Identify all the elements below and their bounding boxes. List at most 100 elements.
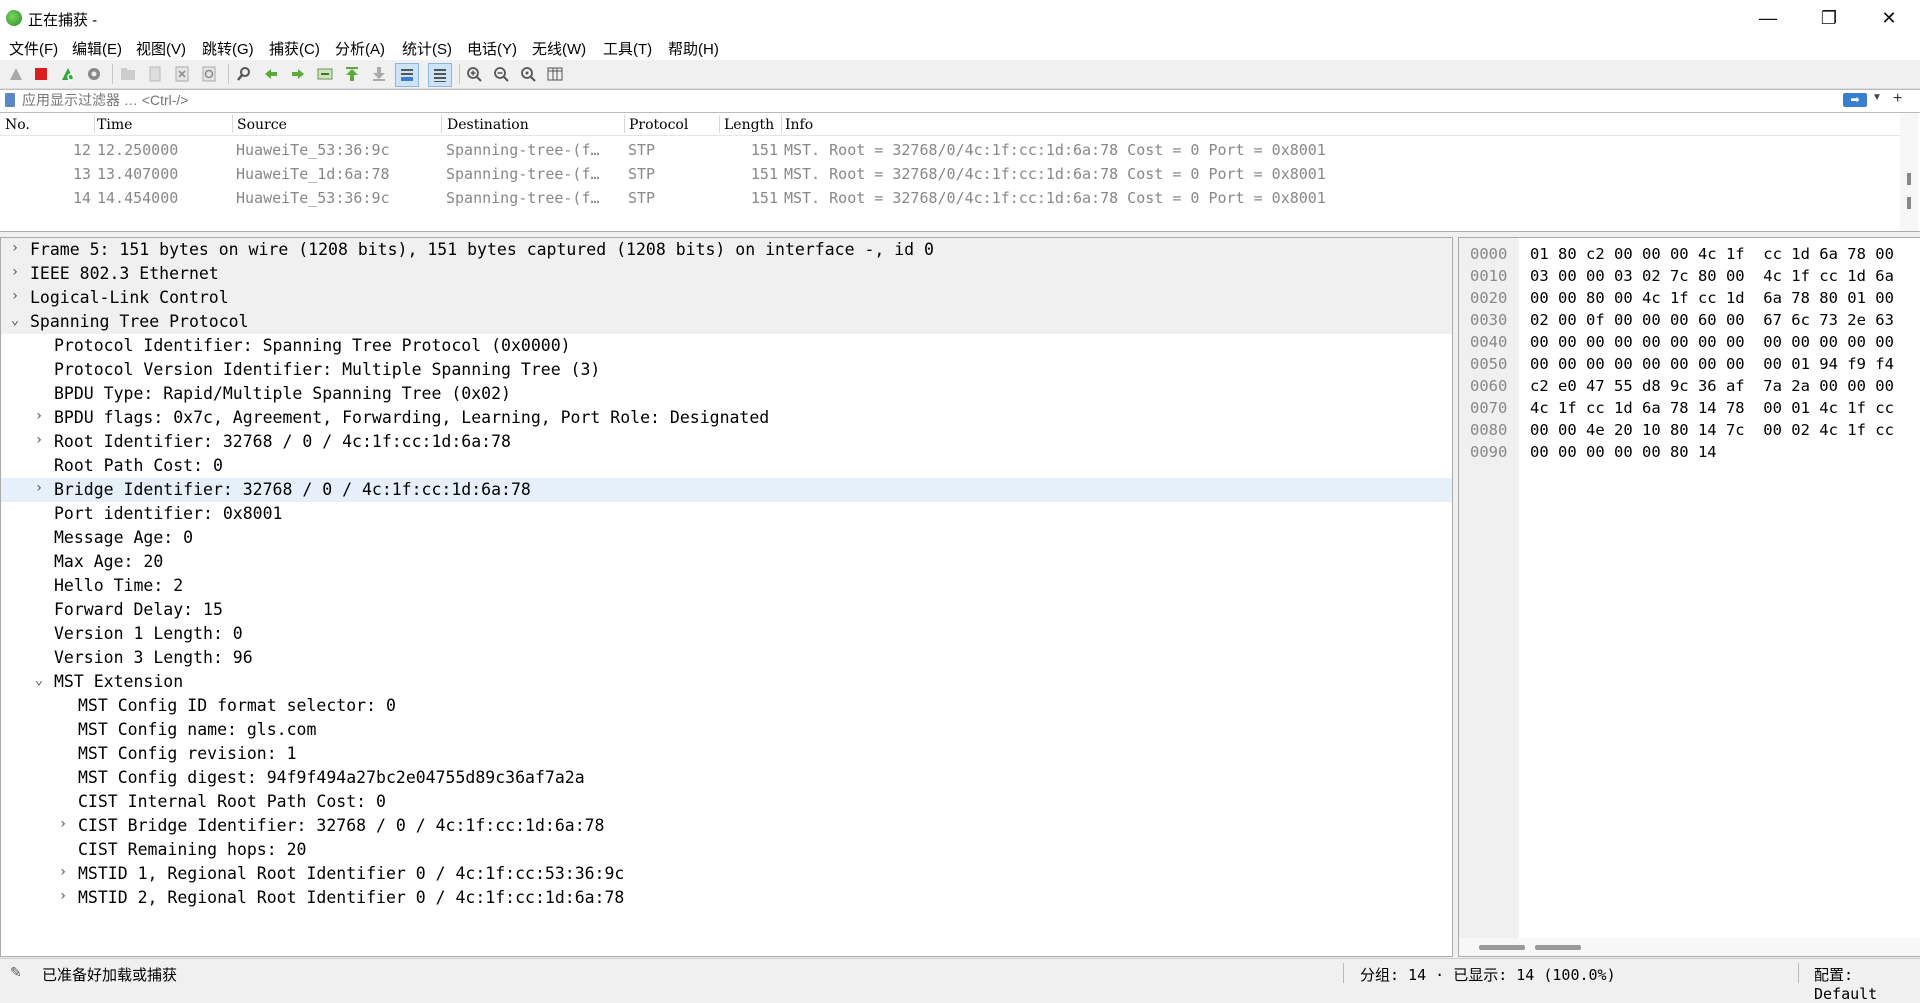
menu-telephony[interactable]: 电话(Y): [466, 38, 518, 59]
tree-row[interactable]: › BPDU flags: 0x7c, Agreement, Forwarding…: [1, 406, 1452, 430]
expanded-chevron-icon[interactable]: ⌄: [32, 672, 46, 688]
menu-analyze[interactable]: 分析(A): [334, 38, 386, 59]
packet-list: No. Time Source Destination Protocol Len…: [0, 113, 1920, 232]
stop-capture-icon[interactable]: [31, 64, 51, 84]
menu-file[interactable]: 文件(F): [8, 38, 59, 59]
display-filter-input[interactable]: [22, 90, 1842, 110]
profile-label[interactable]: 配置: Default: [1814, 964, 1920, 1003]
zoom-in-icon[interactable]: [464, 64, 484, 84]
tree-row[interactable]: MST Config name: gls.com: [1, 718, 1452, 742]
restore-button[interactable]: ❐: [1806, 0, 1852, 36]
normal-size-icon[interactable]: [518, 64, 538, 84]
autoscroll-icon[interactable]: [395, 63, 419, 87]
menu-statistics[interactable]: 统计(S): [401, 38, 453, 59]
column-header-protocol[interactable]: Protocol: [629, 117, 688, 133]
column-header-length[interactable]: Length: [724, 117, 774, 133]
zoom-out-icon[interactable]: [491, 64, 511, 84]
expanded-chevron-icon[interactable]: ⌄: [8, 312, 22, 328]
tree-row-label: BPDU Type: Rapid/Multiple Spanning Tree …: [54, 384, 511, 403]
capture-options-icon[interactable]: [84, 64, 104, 84]
close-button[interactable]: ✕: [1866, 0, 1912, 36]
collapsed-chevron-icon[interactable]: ›: [32, 432, 46, 448]
packet-details-tree: › Frame 5: 151 bytes on wire (1208 bits),…: [0, 237, 1453, 957]
column-header-no[interactable]: No.: [5, 117, 30, 133]
go-to-packet-icon[interactable]: [315, 64, 335, 84]
tree-row-label: MST Extension: [54, 672, 184, 691]
open-file-icon[interactable]: [118, 64, 138, 84]
tree-row[interactable]: › CIST Bridge Identifier: 32768 / 0 / 4c:…: [1, 814, 1452, 838]
colorize-icon[interactable]: [428, 63, 452, 87]
add-filter-button-icon[interactable]: +: [1893, 90, 1902, 108]
tree-row[interactable]: CIST Internal Root Path Cost: 0: [1, 790, 1452, 814]
tree-row[interactable]: BPDU Type: Rapid/Multiple Spanning Tree …: [1, 382, 1452, 406]
packet-row[interactable]: 14 14.454000 HuaweiTe_53:36:9c Spanning-…: [0, 186, 1900, 210]
collapsed-chevron-icon[interactable]: ›: [56, 888, 70, 904]
first-packet-icon[interactable]: [342, 64, 362, 84]
column-header-destination[interactable]: Destination: [447, 117, 529, 133]
tree-row[interactable]: MST Config digest: 94f9f494a27bc2e04755d…: [1, 766, 1452, 790]
tree-row[interactable]: › Frame 5: 151 bytes on wire (1208 bits),…: [1, 238, 1452, 262]
tree-row[interactable]: ⌄ MST Extension: [1, 670, 1452, 694]
wireshark-fin-icon: [6, 10, 22, 26]
tree-row[interactable]: Version 3 Length: 96: [1, 646, 1452, 670]
packet-row[interactable]: 13 13.407000 HuaweiTe_1d:6a:78 Spanning-…: [0, 162, 1900, 186]
collapsed-chevron-icon[interactable]: ›: [8, 288, 22, 304]
save-file-icon[interactable]: [145, 64, 165, 84]
resize-columns-icon[interactable]: [545, 64, 565, 84]
start-capture-icon[interactable]: [6, 64, 26, 84]
tree-row[interactable]: Forward Delay: 15: [1, 598, 1452, 622]
collapsed-chevron-icon[interactable]: ›: [32, 480, 46, 496]
column-header-info[interactable]: Info: [785, 117, 813, 133]
last-packet-icon[interactable]: [369, 64, 389, 84]
column-header-time[interactable]: Time: [97, 117, 132, 133]
tree-row[interactable]: Message Age: 0: [1, 526, 1452, 550]
collapsed-chevron-icon[interactable]: ›: [8, 240, 22, 256]
collapsed-chevron-icon[interactable]: ›: [32, 408, 46, 424]
menu-go[interactable]: 跳转(G): [201, 38, 255, 59]
tree-row[interactable]: › Root Identifier: 32768 / 0 / 4c:1f:cc:1…: [1, 430, 1452, 454]
reload-file-icon[interactable]: [199, 64, 219, 84]
collapsed-chevron-icon[interactable]: ›: [56, 864, 70, 880]
filter-history-dropdown-icon[interactable]: ▼: [1872, 92, 1882, 103]
packet-time: 13.407000: [97, 165, 179, 183]
apply-filter-arrow-icon[interactable]: ➡: [1843, 93, 1867, 107]
tree-row[interactable]: › Logical-Link Control: [1, 286, 1452, 310]
menu-wireless[interactable]: 无线(W): [531, 38, 587, 59]
tree-row[interactable]: › Bridge Identifier: 32768 / 0 / 4c:1f:cc…: [1, 478, 1452, 502]
tree-row[interactable]: Root Path Cost: 0: [1, 454, 1452, 478]
close-file-icon[interactable]: [172, 64, 192, 84]
hex-horizontal-scrollbar[interactable]: [1459, 938, 1920, 956]
tree-row[interactable]: › MSTID 2, Regional Root Identifier 0 / 4…: [1, 886, 1452, 910]
column-header-source[interactable]: Source: [237, 117, 287, 133]
tree-row[interactable]: Max Age: 20: [1, 550, 1452, 574]
tree-row[interactable]: Version 1 Length: 0: [1, 622, 1452, 646]
tree-row[interactable]: MST Config ID format selector: 0: [1, 694, 1452, 718]
collapsed-chevron-icon[interactable]: ›: [56, 816, 70, 832]
packet-row[interactable]: 12 12.250000 HuaweiTe_53:36:9c Spanning-…: [0, 138, 1900, 162]
tree-row[interactable]: MST Config revision: 1: [1, 742, 1452, 766]
minimize-button[interactable]: —: [1745, 0, 1791, 36]
menu-edit[interactable]: 编辑(E): [71, 38, 123, 59]
tree-row[interactable]: › MSTID 1, Regional Root Identifier 0 / 4…: [1, 862, 1452, 886]
tree-row[interactable]: Protocol Version Identifier: Multiple Sp…: [1, 358, 1452, 382]
go-back-icon[interactable]: [261, 64, 281, 84]
tree-row-label: CIST Bridge Identifier: 32768 / 0 / 4c:1…: [78, 816, 605, 835]
packet-list-scrollbar[interactable]: [1900, 113, 1918, 231]
tree-row[interactable]: CIST Remaining hops: 20: [1, 838, 1452, 862]
tree-row[interactable]: Protocol Identifier: Spanning Tree Proto…: [1, 334, 1452, 358]
tree-row[interactable]: Port identifier: 0x8001: [1, 502, 1452, 526]
main-toolbar: [0, 60, 1920, 89]
find-packet-icon[interactable]: [234, 64, 254, 84]
menu-help[interactable]: 帮助(H): [667, 38, 720, 59]
restart-capture-icon[interactable]: [58, 64, 78, 84]
tree-row[interactable]: Hello Time: 2: [1, 574, 1452, 598]
menu-capture[interactable]: 捕获(C): [268, 38, 321, 59]
menu-view[interactable]: 视图(V): [135, 38, 187, 59]
go-forward-icon[interactable]: [288, 64, 308, 84]
bookmark-icon[interactable]: [5, 93, 15, 107]
tree-row[interactable]: ⌄ Spanning Tree Protocol: [1, 310, 1452, 334]
tree-row[interactable]: › IEEE 802.3 Ethernet: [1, 262, 1452, 286]
edit-comment-icon[interactable]: ✎: [10, 964, 22, 981]
menu-tools[interactable]: 工具(T): [602, 38, 653, 59]
collapsed-chevron-icon[interactable]: ›: [8, 264, 22, 280]
